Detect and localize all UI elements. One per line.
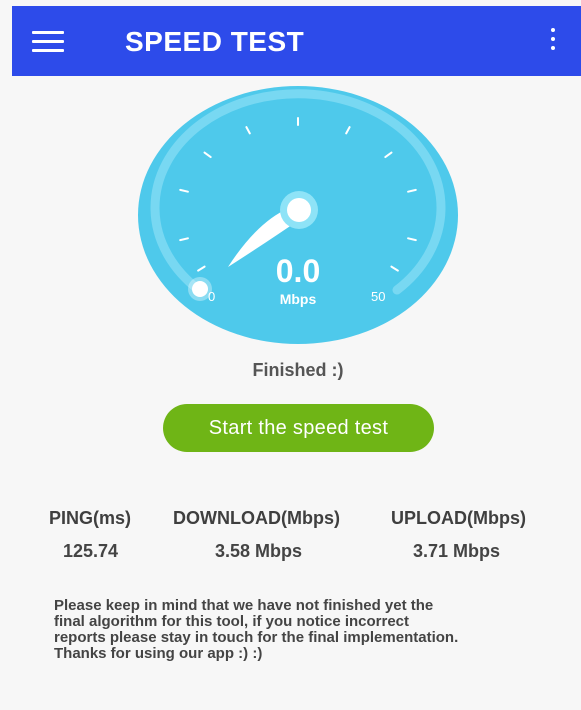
gauge-min-label: 0 — [208, 289, 216, 304]
more-vert-icon[interactable] — [548, 28, 558, 54]
notice-text: Please keep in mind that we have not fin… — [54, 598, 574, 662]
speed-test-screen: SPEED TEST 0.0 Mbps 0 50 Finished :) Sta… — [0, 0, 581, 710]
upload-value: 3.71 Mbps — [413, 541, 501, 561]
notice-line-1: Please keep in mind that we have not fin… — [54, 597, 434, 614]
gauge-hub — [287, 198, 311, 222]
download-value: 3.58 Mbps — [215, 541, 303, 561]
notice-line-4: Thanks for using our app :) :) — [54, 645, 263, 662]
gauge-max-label: 50 — [371, 289, 386, 304]
start-speed-test-button[interactable]: Start the speed test — [163, 404, 434, 452]
upload-label: UPLOAD(Mbps) — [391, 508, 526, 528]
notice-line-2: final algorithm for this tool, if you no… — [54, 613, 410, 630]
test-status: Finished :) — [252, 360, 344, 380]
ping-value: 125.74 — [63, 541, 119, 561]
speed-unit: Mbps — [279, 291, 317, 307]
app-title: SPEED TEST — [125, 26, 305, 57]
hamburger-menu-icon[interactable] — [32, 31, 64, 53]
download-label: DOWNLOAD(Mbps) — [173, 508, 340, 528]
notice-line-3: reports please stay in touch for the fin… — [54, 629, 459, 646]
speed-gauge: 0.0 Mbps 0 50 — [137, 84, 459, 346]
ping-label: PING(ms) — [49, 508, 132, 528]
app-bar: SPEED TEST — [12, 6, 581, 76]
speed-value: 0.0 — [275, 253, 321, 289]
